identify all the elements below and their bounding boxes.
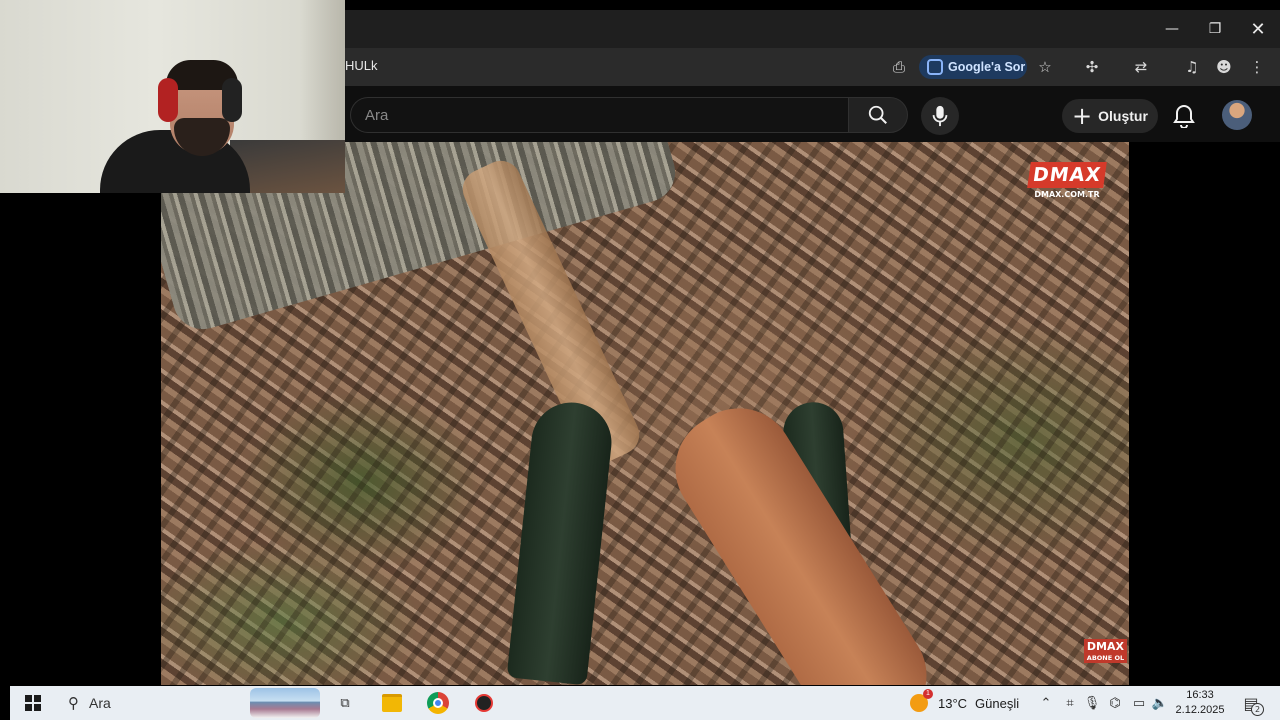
file-explorer-icon[interactable] xyxy=(378,686,406,720)
weather-badge: 1 xyxy=(923,689,933,699)
voice-search-button[interactable] xyxy=(921,97,959,135)
tray-icon[interactable]: ⌗ xyxy=(1060,686,1080,720)
sun-icon: 1 xyxy=(910,689,933,712)
create-label: Oluştur xyxy=(1098,108,1148,124)
dmax-subscribe-logo: DMAX xyxy=(1083,639,1127,654)
create-button[interactable]: + Oluştur xyxy=(1062,99,1158,133)
chevron-up-icon[interactable]: ⌃ xyxy=(1036,686,1056,720)
task-view-icon[interactable]: ⧉ xyxy=(332,686,358,720)
dmax-subscribe-badge[interactable]: DMAX ABONE OL xyxy=(1083,639,1127,663)
menu-icon[interactable]: ⋮ xyxy=(1244,54,1270,80)
profile-icon[interactable]: ☻ xyxy=(1211,54,1237,80)
bell-icon xyxy=(1173,104,1195,128)
folder-shape xyxy=(382,694,402,712)
plus-icon: + xyxy=(1072,102,1093,130)
dmax-url: DMAX.COM.TR xyxy=(1034,190,1100,199)
search-icon: ⚲ xyxy=(68,694,79,712)
windows-start-button[interactable] xyxy=(18,686,48,720)
notification-icon[interactable]: ▤ 2 xyxy=(1238,686,1264,720)
weather-text: Güneşli xyxy=(975,695,1020,711)
app-icon[interactable] xyxy=(470,686,498,720)
weather-temp: 13°C xyxy=(938,695,968,711)
taskbar-search-label: Ara xyxy=(89,695,111,711)
network-icon[interactable]: ⌬ xyxy=(1104,686,1126,720)
search-input[interactable] xyxy=(351,98,848,132)
tab-title[interactable]: HULk xyxy=(345,58,378,73)
chrome-taskbar-button[interactable] xyxy=(424,686,452,720)
youtube-header: + Oluştur xyxy=(345,86,1280,142)
weather-widget[interactable]: 1 13°C Güneşli xyxy=(910,686,1030,720)
chrome-icon xyxy=(427,692,449,714)
extensions-icon[interactable]: ✣ xyxy=(1079,54,1105,80)
google-ask-button[interactable]: Google'a Sor xyxy=(919,55,1027,79)
windows-taskbar: ⚲ Ara ⧉ 1 13°C Güneşli ⌃ ⌗ 🎙 ⌬ ▭ 🔈 16:33… xyxy=(10,686,1280,720)
minimize-icon[interactable]: — xyxy=(1151,10,1193,48)
avatar[interactable] xyxy=(1222,100,1252,130)
volume-icon[interactable]: 🔈 xyxy=(1150,686,1170,720)
notifications-button[interactable] xyxy=(1169,101,1199,131)
battery-icon[interactable]: ▭ xyxy=(1128,686,1150,720)
search-icon xyxy=(868,105,887,124)
clock-time: 16:33 xyxy=(1186,689,1214,701)
browser-title-bar: — ❐ ✕ xyxy=(345,10,1280,48)
taskbar-clock[interactable]: 16:33 2.12.2025 xyxy=(1170,686,1230,720)
clock-date: 2.12.2025 xyxy=(1175,704,1225,716)
lens-icon xyxy=(927,59,943,75)
app-badge-shape xyxy=(475,694,493,712)
google-ask-label: Google'a Sor xyxy=(948,60,1026,74)
cast-icon[interactable]: ⎙ xyxy=(886,54,912,80)
webcam-overlay xyxy=(0,0,345,193)
browser-toolbar: HULk ⎙ Google'a Sor ☆ ✣ ⇄ ♫ ☻ ⋮ xyxy=(345,48,1280,86)
video-player[interactable]: DMAX DMAX.COM.TR DMAX ABONE OL xyxy=(161,142,1129,685)
notification-count: 2 xyxy=(1251,703,1264,716)
headset-icon xyxy=(158,78,178,122)
dmax-watermark: DMAX DMAX.COM.TR xyxy=(1027,162,1107,199)
restore-icon[interactable]: ❐ xyxy=(1194,10,1236,48)
windows-start-icon xyxy=(25,695,41,711)
close-icon[interactable]: ✕ xyxy=(1237,10,1279,48)
dmax-subscribe-text: ABONE OL xyxy=(1083,654,1127,663)
search-highlight-image[interactable] xyxy=(250,688,320,718)
search-box xyxy=(350,97,848,133)
mic-icon[interactable]: 🎙 xyxy=(1082,686,1102,720)
translate-icon[interactable]: ⇄ xyxy=(1128,54,1154,80)
mic-icon xyxy=(932,105,948,127)
star-icon[interactable]: ☆ xyxy=(1032,54,1058,80)
search-button[interactable] xyxy=(848,97,908,133)
dmax-logo-text: DMAX xyxy=(1027,162,1107,188)
media-icon[interactable]: ♫ xyxy=(1179,54,1205,80)
